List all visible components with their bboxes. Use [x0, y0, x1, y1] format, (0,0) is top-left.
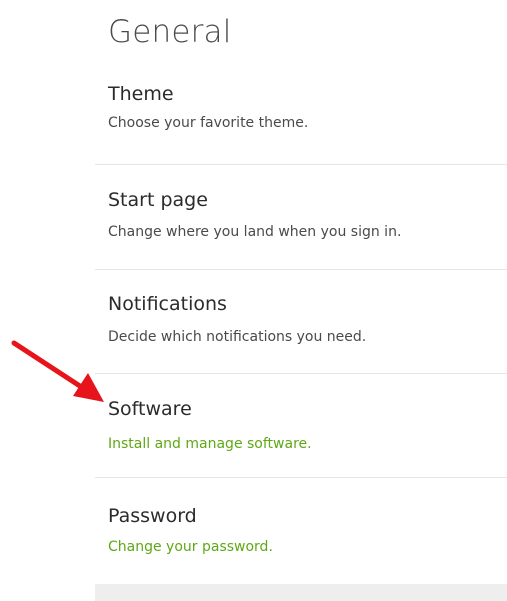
- general-settings-panel: General Theme Choose your favorite theme…: [95, 0, 507, 601]
- settings-item-title: Software: [108, 398, 192, 420]
- settings-item-description: Choose your favorite theme.: [108, 115, 309, 131]
- settings-item-theme[interactable]: Theme Choose your favorite theme.: [95, 80, 507, 164]
- settings-item-description[interactable]: Install and manage software.: [108, 436, 312, 452]
- panel-footer-band: [95, 584, 507, 601]
- divider: [95, 269, 507, 270]
- settings-item-description: Decide which notifications you need.: [108, 329, 367, 345]
- settings-item-start-page[interactable]: Start page Change where you land when yo…: [95, 186, 507, 269]
- page-title: General: [108, 14, 232, 50]
- settings-item-software[interactable]: Software Install and manage software.: [95, 395, 507, 477]
- settings-item-notifications[interactable]: Notifications Decide which notifications…: [95, 290, 507, 373]
- settings-item-title: Notifications: [108, 293, 227, 315]
- settings-item-description: Change where you land when you sign in.: [108, 224, 402, 240]
- settings-item-title: Theme: [108, 83, 174, 105]
- settings-item-title: Start page: [108, 189, 208, 211]
- settings-item-title: Password: [108, 505, 197, 527]
- divider: [95, 164, 507, 165]
- divider: [95, 373, 507, 374]
- settings-item-password[interactable]: Password Change your password.: [95, 500, 507, 584]
- settings-item-description[interactable]: Change your password.: [108, 539, 273, 555]
- divider: [95, 477, 507, 478]
